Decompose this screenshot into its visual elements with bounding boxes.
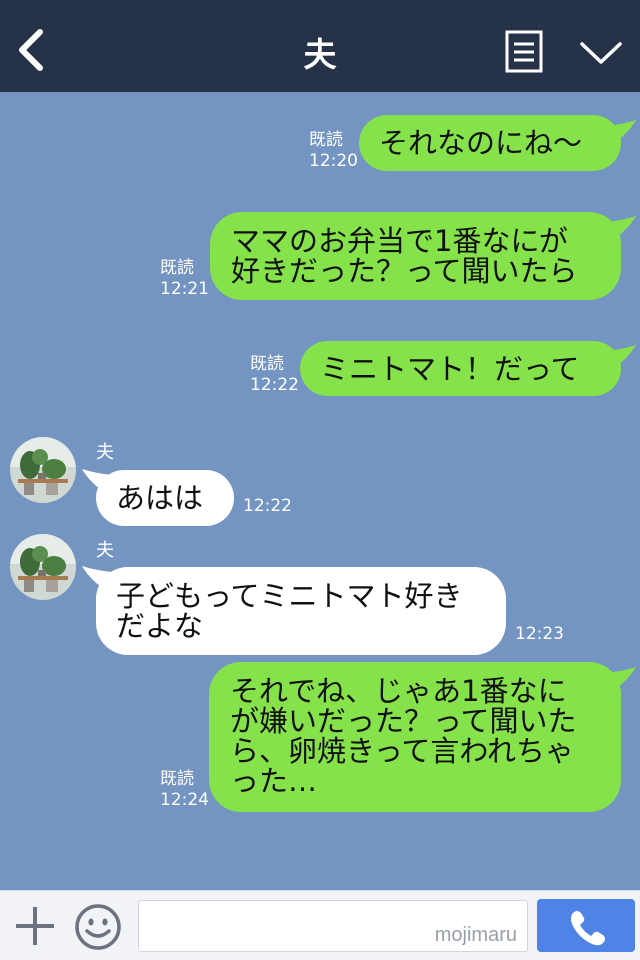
bubble-tail xyxy=(606,120,636,146)
message-meta: 既読 12:21 xyxy=(160,258,209,300)
message-time: 12:22 xyxy=(250,375,299,395)
sender-name: 夫 xyxy=(96,540,114,561)
bubble-tail xyxy=(606,345,636,371)
message-meta: 既読 12:22 xyxy=(250,354,299,396)
message-time: 12:21 xyxy=(160,279,209,299)
message-time: 12:23 xyxy=(515,624,564,644)
message-text: あはは xyxy=(116,481,204,515)
avatar[interactable] xyxy=(10,437,76,503)
add-attachment-button[interactable] xyxy=(14,905,56,947)
outgoing-message-bubble[interactable]: それなのにね〜 xyxy=(359,115,621,171)
avatar[interactable] xyxy=(10,534,76,600)
message-input[interactable]: mojimaru xyxy=(138,900,528,952)
message-text: 子どもってミニトマト好き だよな xyxy=(116,579,463,643)
read-label: 既読 xyxy=(160,258,194,278)
chat-header: 夫 xyxy=(0,0,640,92)
message-text: ミニトマト！だって xyxy=(320,352,580,386)
sender-name: 夫 xyxy=(96,442,114,463)
read-label: 既読 xyxy=(309,130,343,150)
message-meta: 既読 12:24 xyxy=(160,769,209,811)
message-time: 12:20 xyxy=(309,151,358,171)
outgoing-message-bubble[interactable]: ママのお弁当で1番なにが 好きだった？って聞いたら xyxy=(210,212,621,300)
emoji-button[interactable] xyxy=(74,903,122,951)
watermark-text: mojimaru xyxy=(434,924,517,946)
phone-icon xyxy=(571,911,605,946)
plus-icon xyxy=(16,907,54,945)
chat-area[interactable]: 既読 12:20 それなのにね〜 既読 12:21 ママのお弁当で1番なにが 好… xyxy=(0,92,640,890)
message-text: それでね、じゃあ1番なに が嫌いだった？って聞いた ら、卵焼きって言われちゃ っ… xyxy=(230,674,577,798)
call-button[interactable] xyxy=(537,899,635,952)
message-time: 12:24 xyxy=(160,790,209,810)
read-label: 既読 xyxy=(250,354,284,374)
incoming-message-bubble[interactable]: 子どもってミニトマト好き だよな xyxy=(96,567,506,655)
read-label: 既読 xyxy=(160,769,194,789)
list-icon xyxy=(505,30,543,73)
message-text: それなのにね〜 xyxy=(379,126,583,160)
outgoing-message-bubble[interactable]: それでね、じゃあ1番なに が嫌いだった？って聞いた ら、卵焼きって言われちゃ っ… xyxy=(209,662,621,812)
incoming-message-bubble[interactable]: あはは xyxy=(96,470,234,526)
plant-avatar-icon xyxy=(10,437,76,503)
plant-avatar-icon xyxy=(10,534,76,600)
message-input-bar: mojimaru xyxy=(0,890,640,960)
message-time: 12:22 xyxy=(243,496,292,516)
smiley-icon xyxy=(75,904,121,950)
message-meta: 既読 12:20 xyxy=(309,130,358,172)
bubble-tail xyxy=(606,216,636,242)
dropdown-button[interactable] xyxy=(578,38,624,68)
message-text: ママのお弁当で1番なにが 好きだった？って聞いたら xyxy=(231,224,578,288)
bubble-tail xyxy=(606,667,636,693)
chevron-down-icon xyxy=(580,42,622,64)
chat-title: 夫 xyxy=(303,35,337,74)
menu-button[interactable] xyxy=(505,30,543,73)
outgoing-message-bubble[interactable]: ミニトマト！だって xyxy=(300,341,621,396)
